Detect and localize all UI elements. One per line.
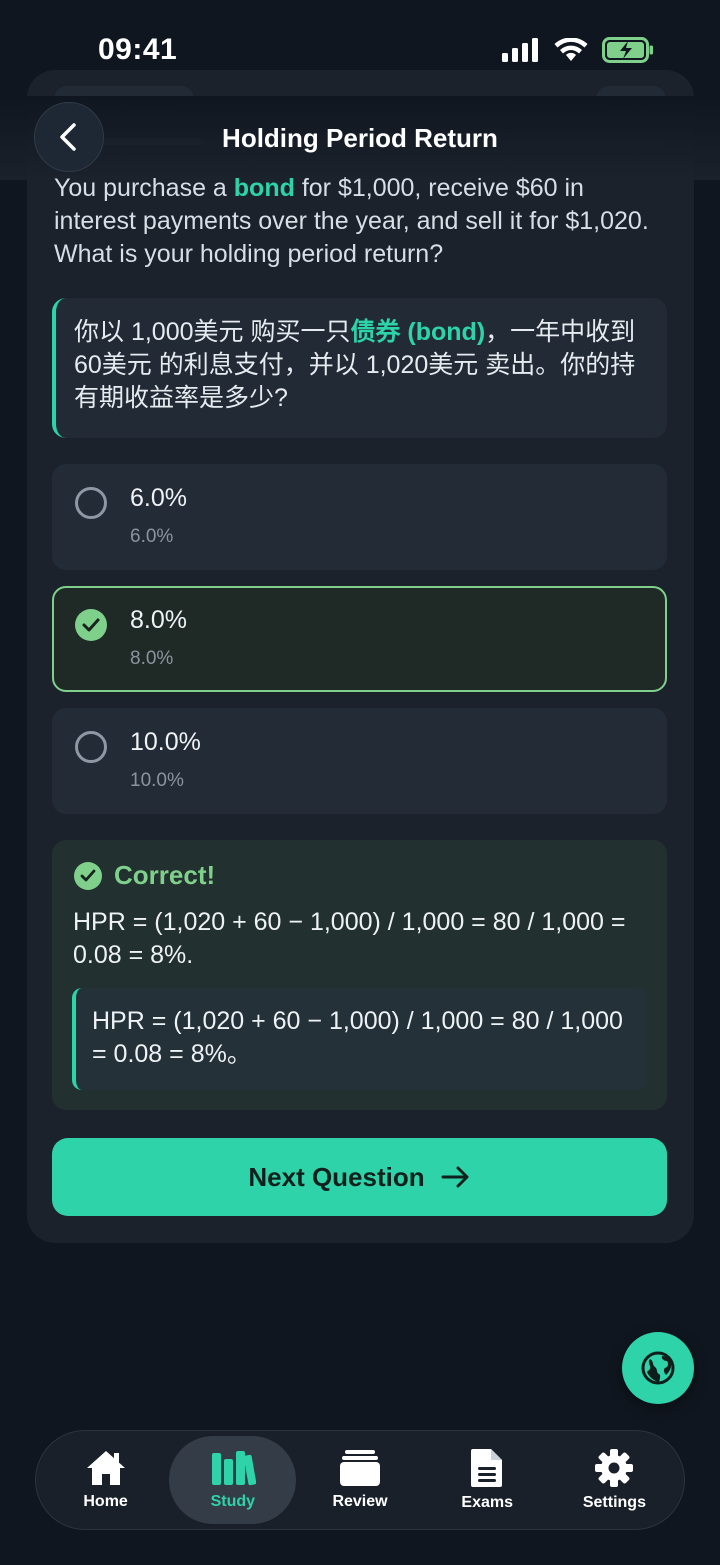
glossary-term-bond-cn[interactable]: 债券 (bond) bbox=[350, 318, 485, 346]
option-translation: 6.0% bbox=[130, 526, 174, 547]
status-icons bbox=[502, 37, 654, 63]
tab-review[interactable]: Review bbox=[296, 1436, 423, 1524]
tab-label: Study bbox=[210, 1493, 256, 1510]
question-text-part: You purchase a bbox=[54, 174, 234, 202]
option-label: 10.0% bbox=[130, 728, 201, 756]
tab-label: Settings bbox=[582, 1494, 646, 1511]
books-icon bbox=[211, 1451, 256, 1486]
bottom-tab-bar: Home Study Review Exams Settings bbox=[35, 1430, 685, 1530]
tab-label: Review bbox=[332, 1493, 388, 1510]
glossary-term-bond[interactable]: bond bbox=[234, 174, 295, 202]
answer-option-c[interactable]: 10.0% 10.0% bbox=[52, 708, 667, 814]
language-toggle-button[interactable] bbox=[622, 1332, 694, 1404]
feedback-title: Correct! bbox=[114, 860, 216, 890]
next-question-label: Next Question bbox=[248, 1161, 425, 1192]
feedback-header: Correct! bbox=[74, 860, 215, 891]
option-translation: 10.0% bbox=[130, 770, 184, 791]
page-header: Holding Period Return bbox=[0, 96, 720, 180]
cards-icon bbox=[340, 1450, 380, 1486]
tab-label: Exams bbox=[461, 1494, 513, 1511]
answer-option-a[interactable]: 6.0% 6.0% bbox=[52, 464, 667, 570]
answer-feedback: Correct! HPR = (1,020 + 60 − 1,000) / 1,… bbox=[52, 840, 667, 1110]
arrow-right-icon bbox=[441, 1166, 469, 1188]
question-text-en: You purchase a bond for $1,000, receive … bbox=[54, 172, 664, 271]
battery-charging-icon bbox=[602, 37, 653, 63]
feedback-explanation-cn: HPR = (1,020 + 60 − 1,000) / 1,000 = 80 … bbox=[72, 988, 647, 1090]
gear-icon bbox=[595, 1449, 634, 1487]
tab-settings[interactable]: Settings bbox=[551, 1436, 678, 1524]
tab-label: Home bbox=[83, 1493, 128, 1510]
next-question-button[interactable]: Next Question bbox=[52, 1138, 667, 1216]
status-time: 09:41 bbox=[98, 33, 178, 66]
option-label: 6.0% bbox=[130, 484, 187, 512]
back-button[interactable] bbox=[34, 102, 104, 172]
question-text-part: 你以 1,000美元 购买一只 bbox=[74, 318, 351, 346]
check-circle-icon bbox=[74, 861, 102, 890]
feedback-explanation: HPR = (1,020 + 60 − 1,000) / 1,000 = 80 … bbox=[73, 908, 626, 969]
page-title: Holding Period Return bbox=[222, 122, 498, 153]
answer-option-b[interactable]: 8.0% 8.0% bbox=[52, 586, 667, 692]
globe-icon bbox=[641, 1351, 675, 1385]
question-text-cn: 你以 1,000美元 购买一只债券 (bond)，一年中收到 60美元 的利息支… bbox=[52, 298, 667, 438]
document-icon bbox=[471, 1449, 503, 1487]
option-label: 8.0% bbox=[130, 606, 187, 634]
home-icon bbox=[86, 1451, 125, 1485]
tab-study[interactable]: Study bbox=[169, 1436, 297, 1524]
tab-home[interactable]: Home bbox=[42, 1436, 169, 1524]
chevron-left-icon bbox=[60, 123, 76, 151]
radio-unchecked-icon bbox=[75, 487, 107, 519]
cellular-signal-icon bbox=[502, 38, 538, 62]
tab-exams[interactable]: Exams bbox=[424, 1436, 551, 1524]
radio-unchecked-icon bbox=[75, 731, 107, 763]
option-translation: 8.0% bbox=[130, 648, 174, 669]
check-circle-icon bbox=[75, 609, 107, 641]
wifi-icon bbox=[554, 38, 588, 61]
